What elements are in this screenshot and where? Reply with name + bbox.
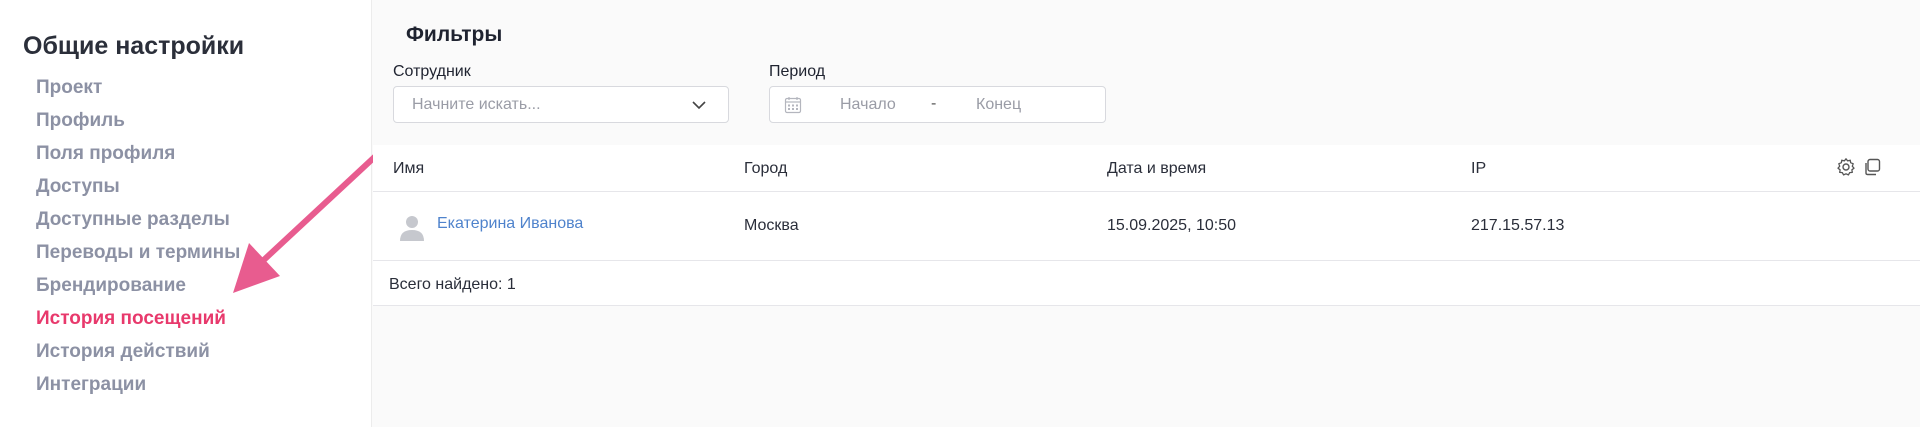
table-tools [1836, 157, 1882, 177]
chevron-down-icon [692, 101, 706, 110]
sidebar-item-action-history[interactable]: История действий [36, 335, 240, 368]
employee-select-placeholder: Начните искать... [412, 96, 541, 113]
cell-city: Москва [744, 217, 799, 234]
copy-icon[interactable] [1862, 157, 1882, 177]
sidebar-title: Общие настройки [23, 32, 245, 60]
main-content: Фильтры Сотрудник Начните искать... Пери… [373, 0, 1920, 427]
sidebar-item-translations[interactable]: Переводы и термины [36, 236, 240, 269]
filters-title: Фильтры [406, 23, 503, 46]
period-range-picker[interactable]: Начало - Конец [769, 86, 1106, 123]
total-count: Всего найдено: 1 [389, 276, 516, 293]
period-label: Период [769, 63, 826, 80]
sidebar-item-profile-fields[interactable]: Поля профиля [36, 137, 240, 170]
sidebar-item-integrations[interactable]: Интеграции [36, 368, 240, 401]
employee-select[interactable]: Начните искать... [393, 86, 729, 123]
gear-icon[interactable] [1836, 157, 1856, 177]
column-header-name[interactable]: Имя [393, 160, 424, 178]
table-row: Екатерина Иванова Москва 15.09.2025, 10:… [373, 192, 1920, 261]
sidebar-item-project[interactable]: Проект [36, 71, 240, 104]
cell-datetime: 15.09.2025, 10:50 [1107, 217, 1237, 234]
sidebar-item-branding[interactable]: Брендирование [36, 269, 240, 302]
column-header-datetime[interactable]: Дата и время [1107, 160, 1206, 178]
period-start-input[interactable]: Начало [840, 96, 896, 114]
period-separator: - [931, 95, 937, 112]
sidebar-item-profile[interactable]: Профиль [36, 104, 240, 137]
sidebar-item-visit-history[interactable]: История посещений [36, 302, 240, 335]
column-header-city[interactable]: Город [744, 160, 787, 178]
calendar-icon [784, 97, 802, 114]
employee-label: Сотрудник [393, 63, 471, 80]
table-footer: Всего найдено: 1 [373, 261, 1920, 306]
sidebar-item-available-sections[interactable]: Доступные разделы [36, 203, 240, 236]
column-header-ip[interactable]: IP [1471, 160, 1486, 178]
sidebar-nav: Проект Профиль Поля профиля Доступы Дост… [36, 71, 240, 401]
avatar-placeholder-icon [400, 216, 424, 241]
visit-history-table: Имя Город Дата и время IP Екатерина Иван… [373, 145, 1920, 306]
table-header: Имя Город Дата и время IP [373, 145, 1920, 192]
employee-name-link[interactable]: Екатерина Иванова [437, 215, 583, 233]
annotation-arrow-icon [233, 149, 383, 293]
cell-ip: 217.15.57.13 [1471, 217, 1565, 234]
period-end-input[interactable]: Конец [976, 96, 1021, 114]
sidebar-item-access[interactable]: Доступы [36, 170, 240, 203]
